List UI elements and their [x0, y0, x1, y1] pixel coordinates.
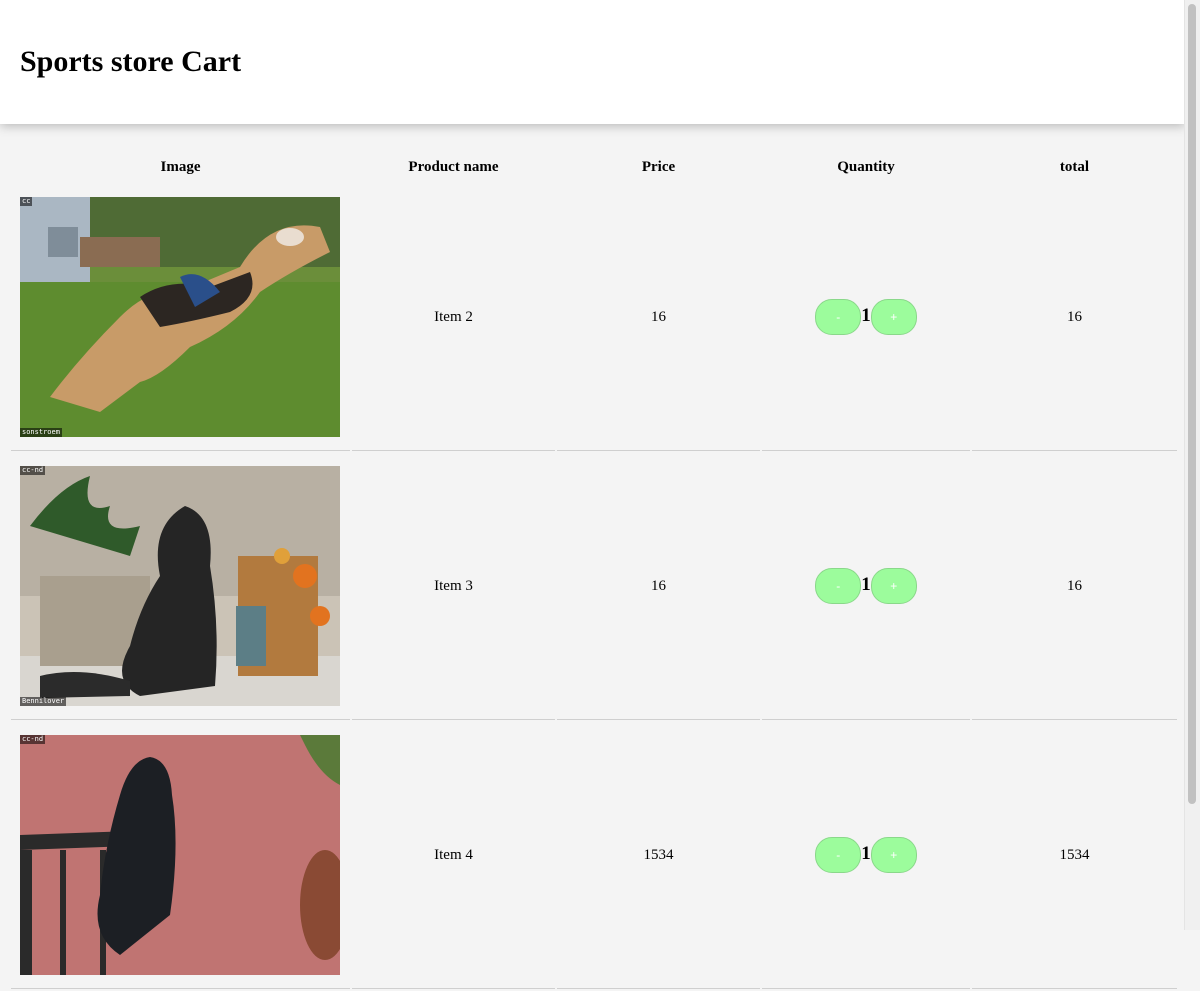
quantity-stepper: - 1 +	[815, 837, 917, 873]
price-cell: 16	[557, 453, 760, 720]
page-header: Sports store Cart	[0, 0, 1185, 124]
decrease-quantity-button[interactable]: -	[815, 837, 862, 873]
product-image: cc sonstroem	[20, 197, 340, 437]
quantity-value: 1	[861, 305, 871, 326]
quantity-cell: - 1 +	[762, 722, 970, 989]
total-cell: 16	[972, 453, 1177, 720]
column-header-price: Price	[641, 158, 676, 175]
image-cell: cc-nd Bennilover	[11, 453, 350, 720]
license-label: cc	[20, 197, 33, 206]
license-label: cc-nd	[20, 735, 46, 744]
total-cell: 1534	[972, 722, 1177, 989]
quantity-value: 1	[861, 574, 871, 595]
product-image: cc-nd	[20, 735, 340, 975]
table-header-row: Image Product name Price Quantity total	[11, 152, 1177, 182]
image-cell: cc-nd	[11, 722, 350, 989]
column-header-product-name: Product name	[408, 158, 499, 175]
quantity-stepper: - 1 +	[815, 299, 917, 335]
image-cell: cc sonstroem	[11, 184, 350, 451]
quantity-stepper: - 1 +	[815, 568, 917, 604]
increase-quantity-button[interactable]: +	[870, 299, 917, 335]
price-cell: 16	[557, 184, 760, 451]
table-row: cc-nd Item 4 1534 - 1 + 1534	[11, 722, 1177, 989]
column-header-total: total	[1059, 158, 1090, 175]
scrollbar-thumb[interactable]	[1188, 4, 1196, 804]
product-name-cell: Item 3	[352, 453, 555, 720]
vertical-scrollbar[interactable]	[1184, 0, 1200, 930]
quantity-cell: - 1 +	[762, 453, 970, 720]
total-cell: 16	[972, 184, 1177, 451]
quantity-cell: - 1 +	[762, 184, 970, 451]
price-cell: 1534	[557, 722, 760, 989]
cart-table: Image Product name Price Quantity total	[9, 150, 1179, 991]
product-name-cell: Item 2	[352, 184, 555, 451]
table-row: cc-nd Bennilover Item 3 16 - 1 + 16	[11, 453, 1177, 720]
decrease-quantity-button[interactable]: -	[815, 568, 862, 604]
increase-quantity-button[interactable]: +	[870, 837, 917, 873]
column-header-quantity: Quantity	[837, 158, 895, 175]
increase-quantity-button[interactable]: +	[870, 568, 917, 604]
decrease-quantity-button[interactable]: -	[815, 299, 862, 335]
license-label: cc-nd	[20, 466, 46, 475]
table-row: cc sonstroem Item 2 16 - 1 + 16	[11, 184, 1177, 451]
credit-label: Bennilover	[20, 697, 67, 706]
column-header-image: Image	[160, 158, 201, 175]
product-name-cell: Item 4	[352, 722, 555, 989]
page-title: Sports store Cart	[20, 45, 242, 78]
credit-label: sonstroem	[20, 428, 62, 437]
product-image: cc-nd Bennilover	[20, 466, 340, 706]
quantity-value: 1	[861, 843, 871, 864]
